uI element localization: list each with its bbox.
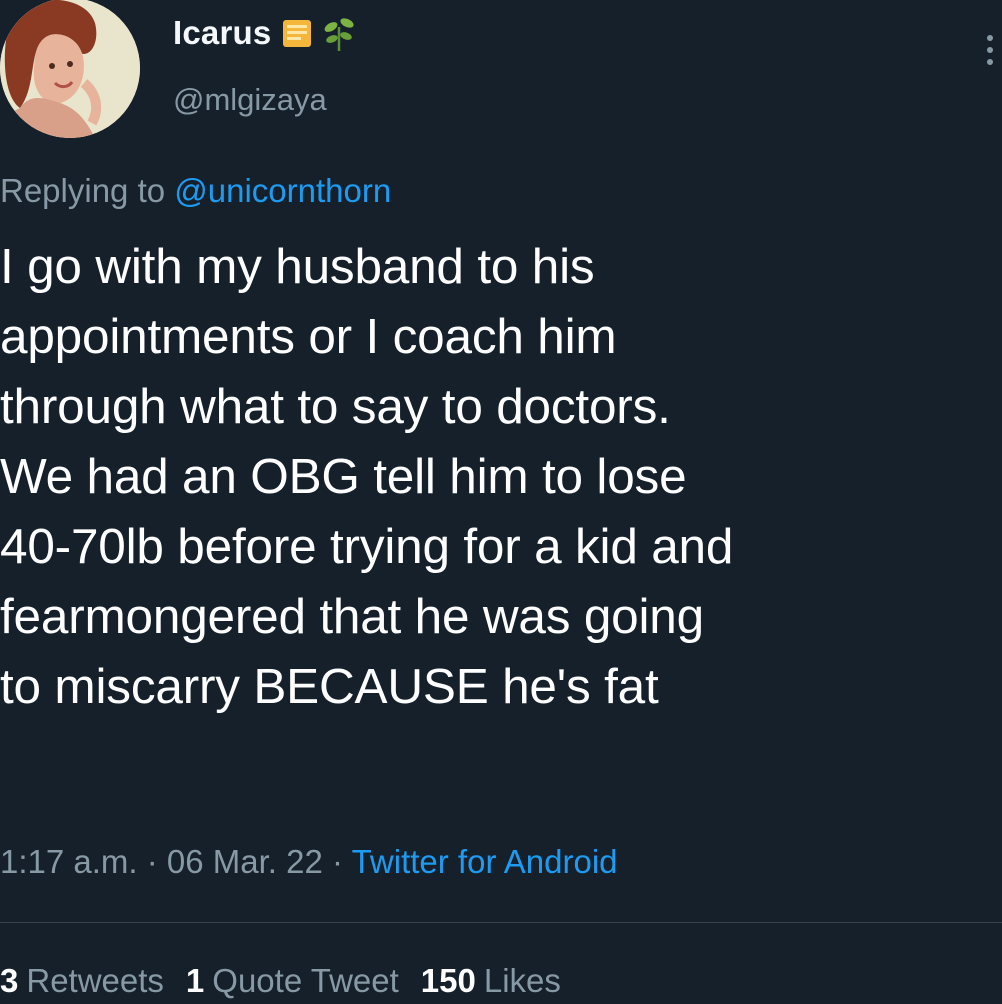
meta-separator: · <box>322 843 352 880</box>
quotes-count: 1 <box>185 962 205 999</box>
more-options-icon[interactable] <box>982 30 998 70</box>
reply-mention-link[interactable]: @unicornthorn <box>174 172 391 209</box>
avatar[interactable] <box>0 0 140 138</box>
retweets-count: 3 <box>0 962 19 999</box>
tweet-source-link[interactable]: Twitter for Android <box>352 843 618 880</box>
retweets-stat[interactable]: 3 Retweets <box>0 962 164 1000</box>
seedling-emoji-icon <box>319 13 359 53</box>
tweet-card: Icarus @mlgizaya Replying to @unicorntho… <box>0 0 1002 1004</box>
tweet-text: I go with my husband to his appointments… <box>0 239 734 714</box>
tweet-meta: 1:17 a.m. · 06 Mar. 22 · Twitter for And… <box>0 843 618 881</box>
likes-stat[interactable]: 150 Likes <box>421 962 561 1000</box>
divider <box>0 922 1002 923</box>
tweet-stats: 3 Retweets 1 Quote Tweet 150 Likes <box>0 962 561 1000</box>
meta-separator: · <box>137 843 167 880</box>
user-handle[interactable]: @mlgizaya <box>173 82 327 118</box>
tweet-date[interactable]: 06 Mar. 22 <box>167 843 323 880</box>
likes-label: Likes <box>483 962 561 999</box>
display-name-row: Icarus <box>173 10 359 56</box>
quote-tweets-stat[interactable]: 1 Quote Tweet <box>186 962 399 1000</box>
retweets-label: Retweets <box>26 962 164 999</box>
avatar-illustration-icon <box>0 0 140 138</box>
tweet-time[interactable]: 1:17 a.m. <box>0 843 138 880</box>
notepad-emoji-icon <box>281 17 313 49</box>
quotes-label: Quote Tweet <box>212 962 399 999</box>
likes-count: 150 <box>420 962 476 999</box>
display-name[interactable]: Icarus <box>173 14 271 52</box>
replying-prefix: Replying to <box>0 172 175 209</box>
replying-to: Replying to @unicornthorn <box>0 172 391 210</box>
